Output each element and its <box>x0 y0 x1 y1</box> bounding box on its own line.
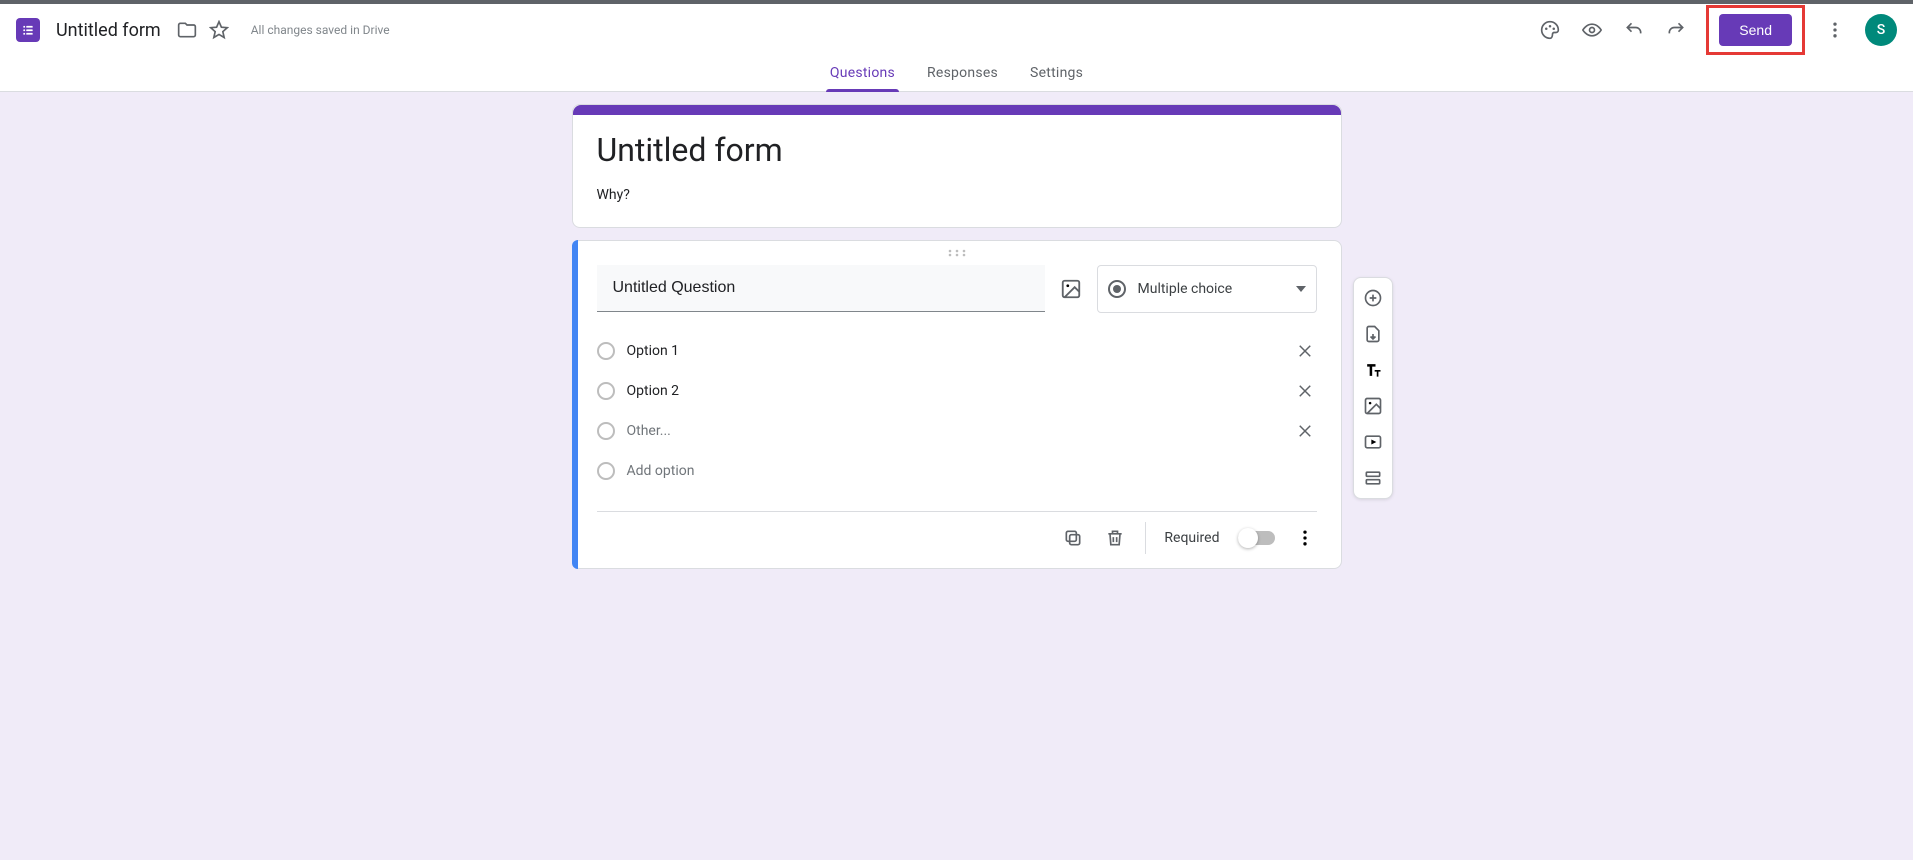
add-question-icon[interactable] <box>1359 284 1387 312</box>
option-row: Other... <box>597 411 1317 451</box>
app-header: Untitled form All changes saved in Drive… <box>0 4 1913 56</box>
remove-option-icon[interactable] <box>1293 379 1317 403</box>
palette-icon[interactable] <box>1538 18 1562 42</box>
option-other-text[interactable]: Other... <box>627 423 1281 439</box>
drag-handle-icon[interactable] <box>597 241 1317 265</box>
radio-icon <box>1108 280 1126 298</box>
option-row: Option 1 <box>597 331 1317 371</box>
form-canvas: Untitled form Why? Multiple choice <box>0 92 1913 621</box>
question-footer: Required <box>597 511 1317 562</box>
form-title[interactable]: Untitled form <box>597 131 1317 169</box>
more-vert-icon[interactable] <box>1823 18 1847 42</box>
add-image-tool-icon[interactable] <box>1359 392 1387 420</box>
delete-icon[interactable] <box>1103 526 1127 550</box>
required-toggle[interactable] <box>1238 531 1275 545</box>
divider <box>1145 522 1146 554</box>
import-questions-icon[interactable] <box>1359 320 1387 348</box>
question-type-dropdown[interactable]: Multiple choice <box>1097 265 1317 313</box>
form-description[interactable]: Why? <box>597 187 1317 203</box>
preview-eye-icon[interactable] <box>1580 18 1604 42</box>
question-text-input[interactable] <box>597 265 1045 312</box>
option-text[interactable]: Option 2 <box>627 383 1281 399</box>
option-row: Option 2 <box>597 371 1317 411</box>
add-section-icon[interactable] <box>1359 464 1387 492</box>
remove-option-icon[interactable] <box>1293 339 1317 363</box>
radio-placeholder-icon <box>597 422 615 440</box>
account-avatar[interactable]: S <box>1865 14 1897 46</box>
radio-placeholder-icon <box>597 462 615 480</box>
main-tabs: Questions Responses Settings <box>0 56 1913 92</box>
tab-questions[interactable]: Questions <box>826 59 899 91</box>
radio-placeholder-icon <box>597 382 615 400</box>
floating-toolbar <box>1353 277 1393 499</box>
add-video-icon[interactable] <box>1359 428 1387 456</box>
add-option-text[interactable]: Add option <box>627 463 1317 479</box>
remove-option-icon[interactable] <box>1293 419 1317 443</box>
add-option-row[interactable]: Add option <box>597 451 1317 491</box>
document-title[interactable]: Untitled form <box>56 20 161 41</box>
send-highlight-box: Send <box>1706 5 1805 55</box>
add-title-icon[interactable] <box>1359 356 1387 384</box>
dropdown-arrow-icon <box>1296 286 1306 292</box>
option-text[interactable]: Option 1 <box>627 343 1281 359</box>
question-card[interactable]: Multiple choice Option 1 Option 2 <box>572 240 1342 569</box>
form-header-card[interactable]: Untitled form Why? <box>572 104 1342 228</box>
options-list: Option 1 Option 2 Other... Add option <box>597 331 1317 491</box>
question-type-label: Multiple choice <box>1138 281 1284 297</box>
move-to-folder-icon[interactable] <box>175 18 199 42</box>
save-status-text: All changes saved in Drive <box>251 23 390 37</box>
send-button[interactable]: Send <box>1719 14 1792 46</box>
duplicate-icon[interactable] <box>1061 526 1085 550</box>
radio-placeholder-icon <box>597 342 615 360</box>
required-label: Required <box>1164 530 1219 546</box>
tab-responses[interactable]: Responses <box>923 59 1002 91</box>
add-image-icon[interactable] <box>1059 277 1083 301</box>
star-icon[interactable] <box>207 18 231 42</box>
tab-settings[interactable]: Settings <box>1026 59 1087 91</box>
question-more-icon[interactable] <box>1293 526 1317 550</box>
undo-icon[interactable] <box>1622 18 1646 42</box>
forms-app-icon[interactable] <box>16 18 40 42</box>
redo-icon[interactable] <box>1664 18 1688 42</box>
